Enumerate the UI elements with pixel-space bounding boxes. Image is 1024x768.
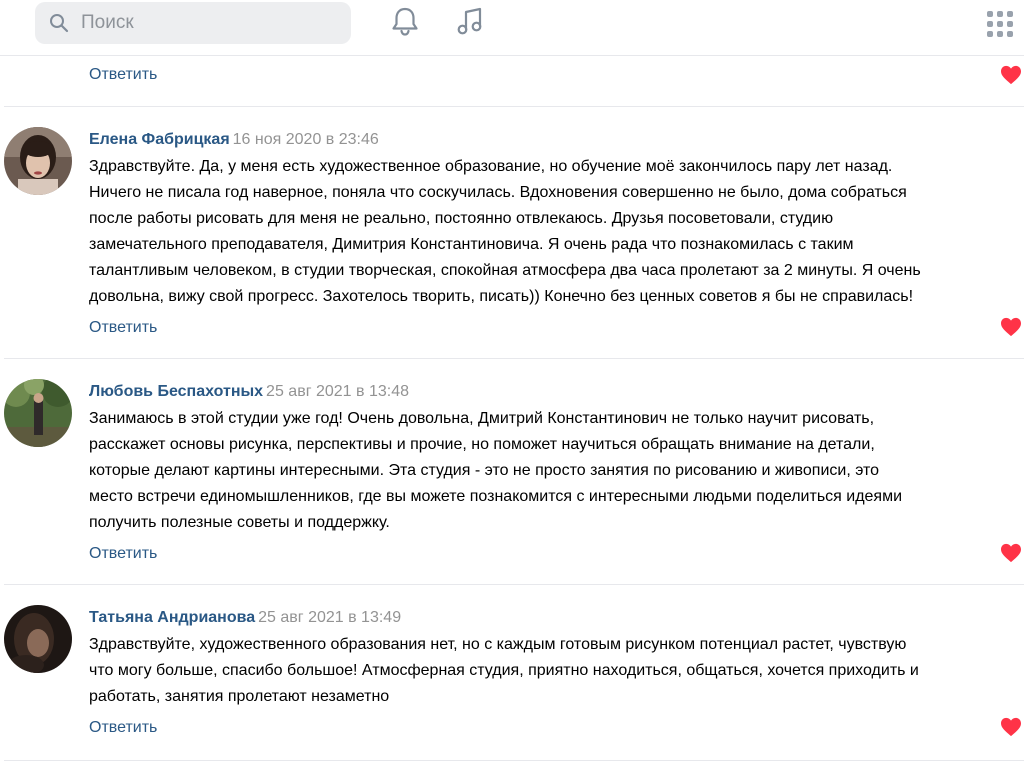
divider bbox=[4, 584, 1024, 585]
comment-date[interactable]: 16 ноя 2020 в 23:46 bbox=[233, 131, 379, 148]
divider bbox=[4, 106, 1024, 107]
music-icon[interactable] bbox=[453, 4, 487, 38]
heart-icon[interactable] bbox=[1000, 543, 1022, 563]
divider bbox=[4, 358, 1024, 359]
search-box[interactable] bbox=[35, 2, 351, 44]
bell-icon[interactable] bbox=[389, 4, 421, 38]
comment-header: Любовь Беспахотных 25 авг 2021 в 13:48 bbox=[89, 383, 409, 401]
avatar[interactable] bbox=[4, 379, 72, 447]
heart-icon[interactable] bbox=[1000, 717, 1022, 737]
comment-line: работать, занятия пролетают незаметно bbox=[89, 688, 390, 705]
top-bar bbox=[0, 0, 1024, 56]
heart-icon[interactable] bbox=[1000, 65, 1022, 85]
comment-item: Елена Фабрицкая 16 ноя 2020 в 23:46 Здрав… bbox=[0, 126, 1024, 354]
comment-line: которые делают картины интересными. Эта … bbox=[89, 462, 880, 479]
avatar[interactable] bbox=[4, 605, 72, 673]
comment-item: Татьяна Андрианова 25 авг 2021 в 13:49 Зд… bbox=[0, 604, 1024, 754]
author-name[interactable]: Елена Фабрицкая bbox=[89, 131, 230, 148]
comment-text: Здравствуйте, художественного образовани… bbox=[89, 632, 1024, 710]
heart-icon[interactable] bbox=[1000, 317, 1022, 337]
comment-line: Занимаюсь в этой студии уже год! Очень д… bbox=[89, 410, 875, 427]
reply-link[interactable]: Ответить bbox=[89, 66, 157, 84]
search-icon bbox=[50, 14, 69, 33]
author-name[interactable]: Татьяна Андрианова bbox=[89, 609, 255, 626]
comment-line: что могу больше, спасибо большое! Атмосф… bbox=[89, 662, 919, 679]
search-input[interactable] bbox=[81, 2, 331, 44]
divider bbox=[4, 760, 1024, 761]
author-name[interactable]: Любовь Беспахотных bbox=[89, 383, 263, 400]
comment-line: получить полезные советы и поддержку. bbox=[89, 514, 390, 531]
comment-date[interactable]: 25 авг 2021 в 13:48 bbox=[266, 383, 409, 400]
comment-line: Здравствуйте. Да, у меня есть художестве… bbox=[89, 158, 893, 175]
comment-line: Здравствуйте, художественного образовани… bbox=[89, 636, 907, 653]
reply-link[interactable]: Ответить bbox=[89, 545, 157, 563]
comment-header: Татьяна Андрианова 25 авг 2021 в 13:49 bbox=[89, 609, 401, 627]
comment-date[interactable]: 25 авг 2021 в 13:49 bbox=[258, 609, 401, 626]
comment-line: после работы рисовать для меня не реальн… bbox=[89, 210, 834, 227]
comment-line: талантливым человеком, в студии творческ… bbox=[89, 262, 921, 279]
comment-line: довольна, вижу свой прогресс. Захотелось… bbox=[89, 288, 914, 305]
reply-link[interactable]: Ответить bbox=[89, 319, 157, 337]
comment-item: Любовь Беспахотных 25 авг 2021 в 13:48 За… bbox=[0, 378, 1024, 580]
reply-link[interactable]: Ответить bbox=[89, 719, 157, 737]
comment-line: Ничего не писала год наверное, поняла чт… bbox=[89, 184, 907, 201]
comment-line: место встречи единомышленников, где вы м… bbox=[89, 488, 903, 505]
comment-line: замечательного преподавателя, Димитрия К… bbox=[89, 236, 854, 253]
apps-grid-icon[interactable] bbox=[986, 10, 1014, 38]
comment-header: Елена Фабрицкая 16 ноя 2020 в 23:46 bbox=[89, 131, 379, 149]
avatar[interactable] bbox=[4, 127, 72, 195]
comment-text: Здравствуйте. Да, у меня есть художестве… bbox=[89, 154, 1024, 310]
comment-text: Занимаюсь в этой студии уже год! Очень д… bbox=[89, 406, 1024, 536]
comment-line: расскажет основы рисунка, перспективы и … bbox=[89, 436, 875, 453]
